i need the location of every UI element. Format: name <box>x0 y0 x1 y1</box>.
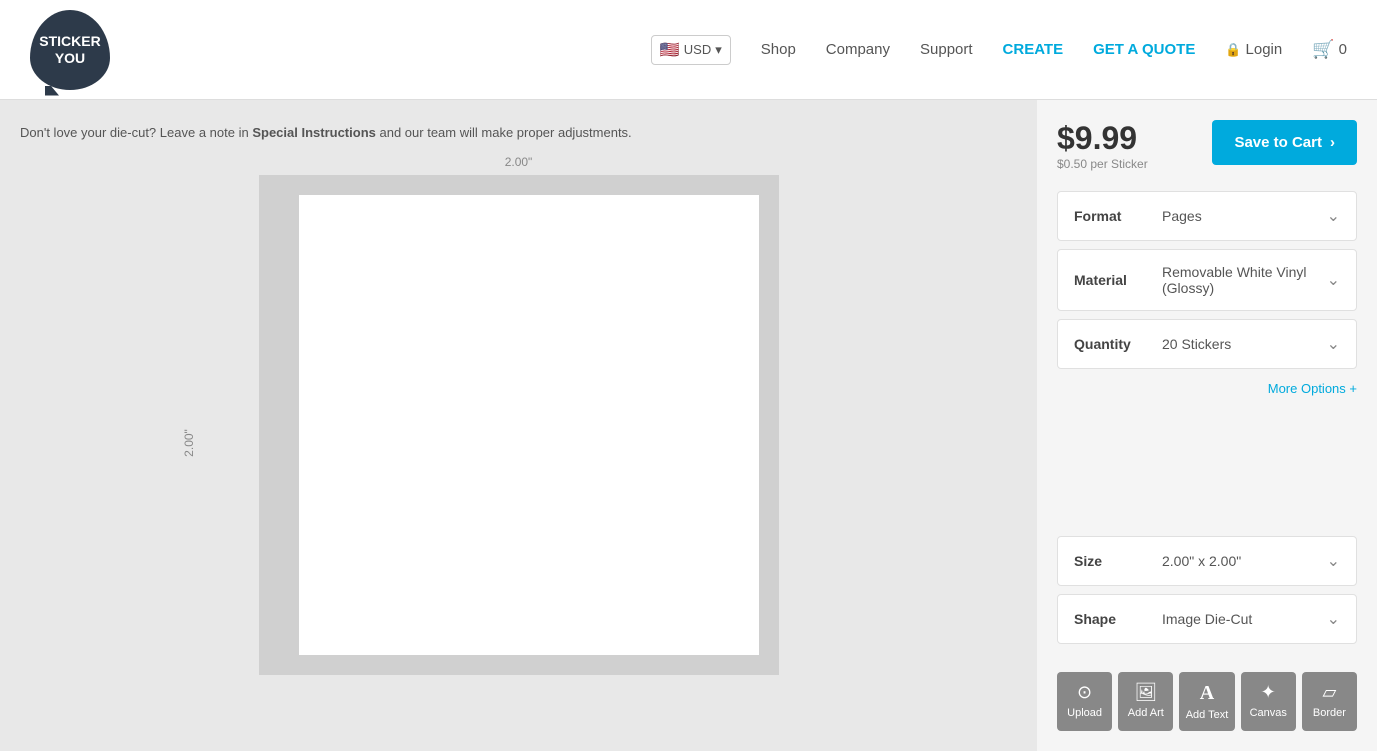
price-area: $9.99 $0.50 per Sticker Save to Cart › <box>1057 120 1357 171</box>
format-value: Pages <box>1162 208 1327 224</box>
nav-login[interactable]: 🔒 Login <box>1225 41 1282 58</box>
shape-value: Image Die-Cut <box>1162 611 1327 627</box>
size-dropdown[interactable]: Size 2.00" x 2.00" ⌄ <box>1057 536 1357 586</box>
size-label: Size <box>1074 553 1154 569</box>
right-panel: $9.99 $0.50 per Sticker Save to Cart › F… <box>1037 100 1377 751</box>
size-chevron-icon: ⌄ <box>1327 551 1340 571</box>
canvas-label: Canvas <box>1250 707 1287 719</box>
format-dropdown[interactable]: Format Pages ⌄ <box>1057 191 1357 241</box>
save-to-cart-button[interactable]: Save to Cart › <box>1212 120 1357 165</box>
canvas-area: Don't love your die-cut? Leave a note in… <box>0 100 1037 751</box>
sticker-canvas[interactable] <box>299 195 759 655</box>
cart-icon: 🛒 <box>1312 39 1334 60</box>
add-text-label: Add Text <box>1186 709 1229 721</box>
upload-button[interactable]: ⊙ Upload <box>1057 672 1112 731</box>
main-content: Don't love your die-cut? Leave a note in… <box>0 100 1377 751</box>
logo-line2: YOU <box>55 50 85 67</box>
logo-area: STICKER YOU <box>30 10 110 90</box>
canvas-wrapper: 2.00" <box>259 175 779 675</box>
shape-chevron-icon: ⌄ <box>1327 609 1340 629</box>
logo[interactable]: STICKER YOU <box>30 10 110 90</box>
lock-icon: 🔒 <box>1225 42 1241 58</box>
spacer <box>1057 416 1357 536</box>
price-per-sticker: $0.50 per Sticker <box>1057 157 1148 171</box>
login-label: Login <box>1246 41 1283 58</box>
cart-area[interactable]: 🛒 0 <box>1312 39 1347 60</box>
add-text-button[interactable]: A Add Text <box>1179 672 1234 731</box>
quantity-dropdown[interactable]: Quantity 20 Stickers ⌄ <box>1057 319 1357 369</box>
border-icon: ▱ <box>1322 682 1336 703</box>
flag-icon: 🇺🇸 <box>660 40 680 60</box>
nav-create[interactable]: CREATE <box>1003 41 1064 58</box>
format-label: Format <box>1074 208 1154 224</box>
quantity-value: 20 Stickers <box>1162 336 1327 352</box>
currency-label: USD <box>684 42 711 57</box>
add-art-label: Add Art <box>1128 707 1164 719</box>
save-button-label: Save to Cart <box>1234 134 1322 151</box>
cart-count: 0 <box>1339 41 1347 58</box>
upload-icon: ⊙ <box>1077 682 1092 703</box>
quantity-chevron-icon: ⌄ <box>1327 334 1340 354</box>
currency-selector[interactable]: 🇺🇸 USD ▾ <box>651 35 731 65</box>
special-instructions-highlight: Special Instructions <box>252 125 376 140</box>
nav-support[interactable]: Support <box>920 41 973 58</box>
size-value: 2.00" x 2.00" <box>1162 553 1327 569</box>
quantity-label: Quantity <box>1074 336 1154 352</box>
material-chevron-icon: ⌄ <box>1327 270 1340 290</box>
currency-chevron-icon: ▾ <box>715 42 722 58</box>
upload-label: Upload <box>1067 707 1102 719</box>
canvas-button[interactable]: ✦ Canvas <box>1241 672 1296 731</box>
more-options-link[interactable]: More Options + <box>1057 377 1357 400</box>
material-value: Removable White Vinyl (Glossy) <box>1162 264 1327 296</box>
dimension-left: 2.00" <box>182 429 196 457</box>
nav-company[interactable]: Company <box>826 41 890 58</box>
info-text-before: Don't love your die-cut? <box>20 125 156 140</box>
price-main: $9.99 <box>1057 120 1148 157</box>
material-label: Material <box>1074 272 1154 288</box>
add-text-icon: A <box>1200 682 1214 705</box>
header: STICKER YOU 🇺🇸 USD ▾ Shop Company Suppor… <box>0 0 1377 100</box>
tool-buttons: ⊙ Upload 🖼 Add Art A Add Text ✦ Canvas ▱… <box>1057 652 1357 731</box>
border-label: Border <box>1313 707 1346 719</box>
info-text-middle: Leave a note in <box>160 125 253 140</box>
add-art-button[interactable]: 🖼 Add Art <box>1118 672 1173 731</box>
price-info: $9.99 $0.50 per Sticker <box>1057 120 1148 171</box>
nav-get-quote[interactable]: GET A QUOTE <box>1093 41 1195 58</box>
shape-dropdown[interactable]: Shape Image Die-Cut ⌄ <box>1057 594 1357 644</box>
logo-line1: STICKER <box>39 33 100 50</box>
main-nav: 🇺🇸 USD ▾ Shop Company Support CREATE GET… <box>651 35 1347 65</box>
info-text-after: and our team will make proper adjustment… <box>380 125 632 140</box>
shape-label: Shape <box>1074 611 1154 627</box>
material-dropdown[interactable]: Material Removable White Vinyl (Glossy) … <box>1057 249 1357 311</box>
format-chevron-icon: ⌄ <box>1327 206 1340 226</box>
info-bar: Don't love your die-cut? Leave a note in… <box>20 120 1017 145</box>
dimension-top: 2.00" <box>505 155 533 169</box>
canvas-icon: ✦ <box>1261 682 1276 703</box>
save-arrow-icon: › <box>1330 134 1335 151</box>
canvas-container: 2.00" 2.00" <box>20 155 1017 731</box>
nav-shop[interactable]: Shop <box>761 41 796 58</box>
add-art-icon: 🖼 <box>1134 682 1157 703</box>
border-button[interactable]: ▱ Border <box>1302 672 1357 731</box>
